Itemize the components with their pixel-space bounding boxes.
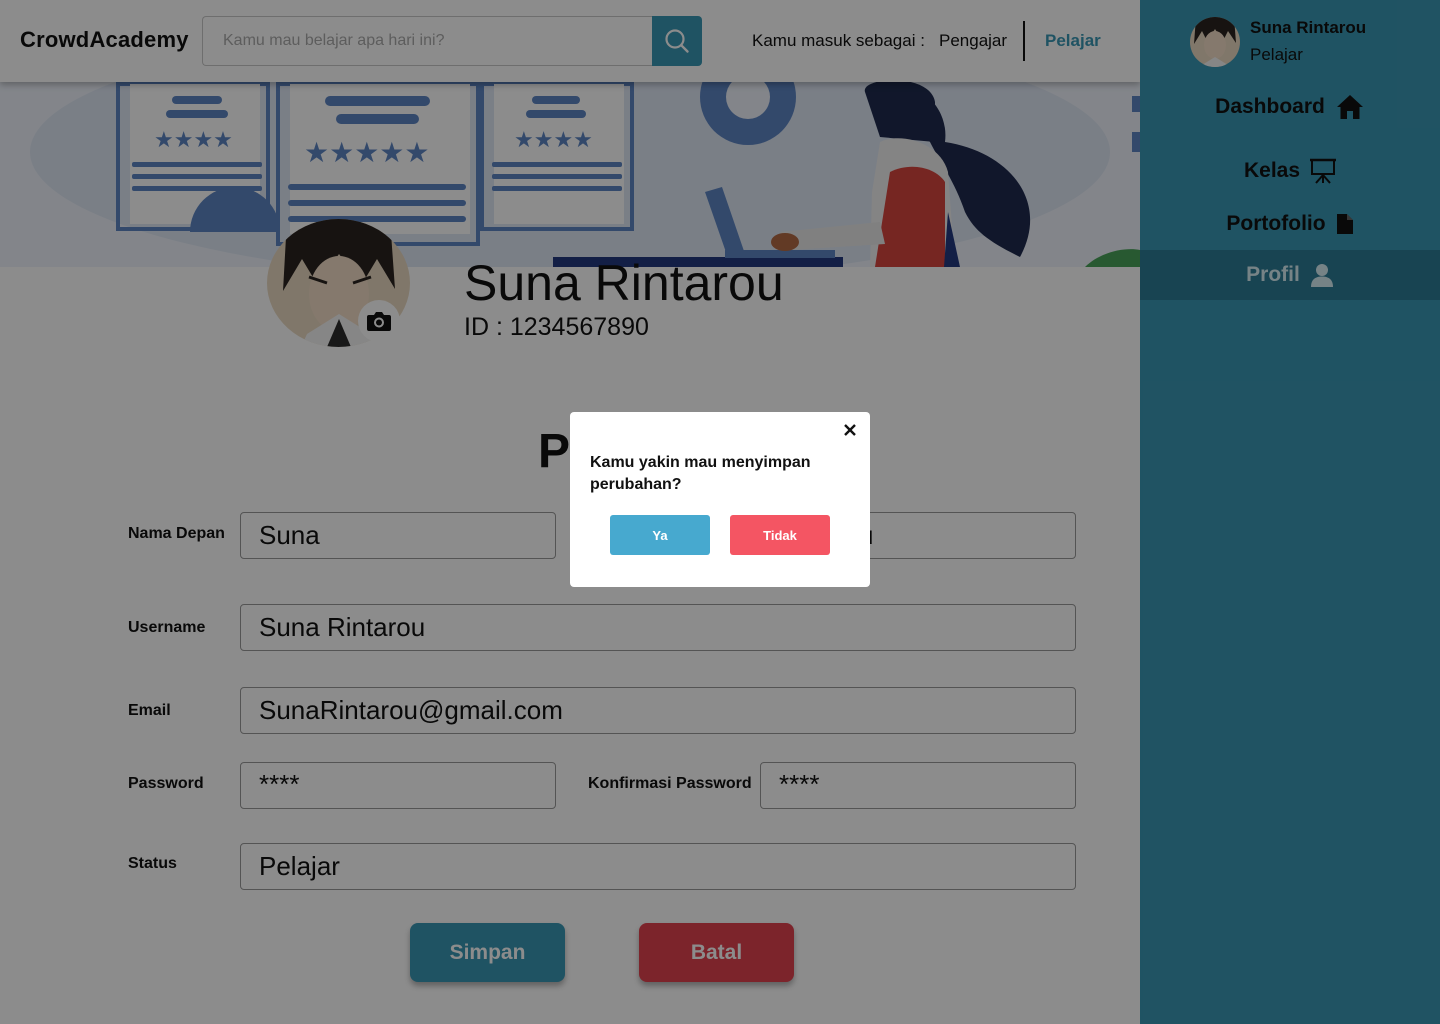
dialog-message: Kamu yakin mau menyimpan perubahan? [590, 454, 811, 493]
close-icon [844, 424, 856, 436]
close-button[interactable] [840, 420, 860, 440]
confirm-save-dialog: Kamu yakin mau menyimpan perubahan? Ya T… [570, 412, 870, 587]
confirm-no-button[interactable]: Tidak [730, 515, 830, 555]
confirm-yes-button[interactable]: Ya [610, 515, 710, 555]
